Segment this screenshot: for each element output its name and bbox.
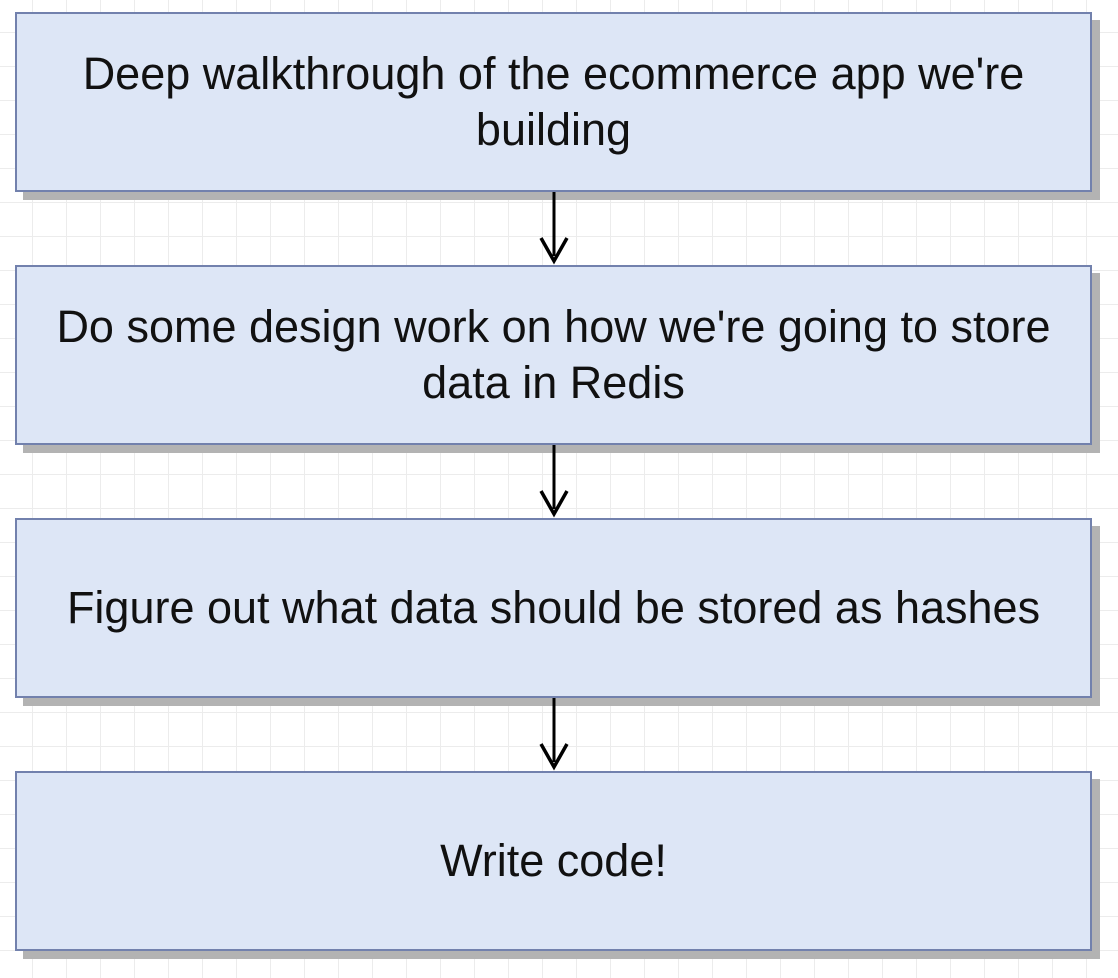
down-arrow-icon bbox=[539, 698, 569, 771]
step-box-design: Do some design work on how we're going t… bbox=[15, 265, 1092, 445]
step-label: Deep walkthrough of the ecommerce app we… bbox=[82, 48, 1025, 155]
down-arrow-icon bbox=[539, 192, 569, 265]
step-box-write-code: Write code! bbox=[15, 771, 1092, 951]
step-box-walkthrough: Deep walkthrough of the ecommerce app we… bbox=[15, 12, 1092, 192]
down-arrow-icon bbox=[539, 445, 569, 518]
step-label: Do some design work on how we're going t… bbox=[56, 301, 1051, 408]
flowchart: Deep walkthrough of the ecommerce app we… bbox=[0, 0, 1118, 978]
step-label: Write code! bbox=[440, 835, 667, 886]
step-box-hashes: Figure out what data should be stored as… bbox=[15, 518, 1092, 698]
step-label: Figure out what data should be stored as… bbox=[66, 582, 1041, 633]
